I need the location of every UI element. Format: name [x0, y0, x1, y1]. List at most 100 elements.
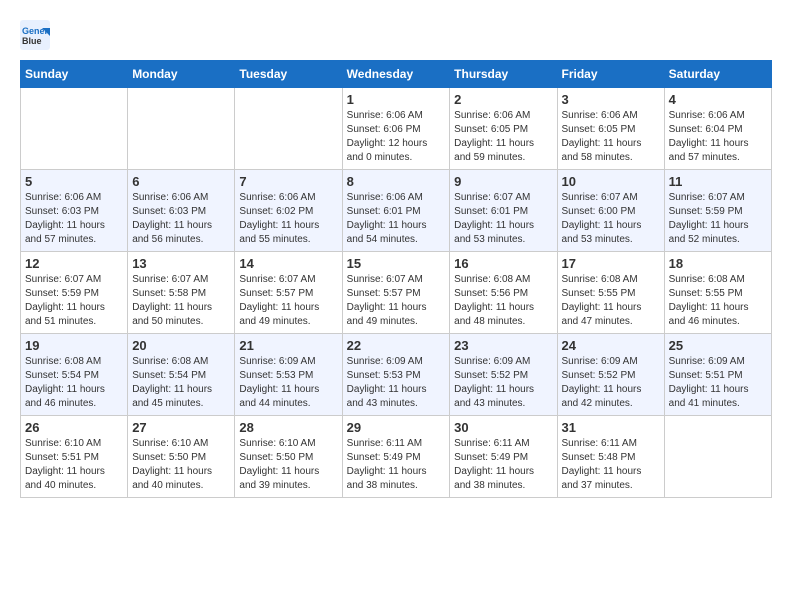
day-info: Sunrise: 6:11 AM Sunset: 5:49 PM Dayligh… — [347, 437, 446, 493]
day-number: 1 — [347, 92, 446, 107]
calendar-cell: 4 Sunrise: 6:06 AM Sunset: 6:04 PM Daylig… — [664, 88, 771, 170]
calendar-cell: 27 Sunrise: 6:10 AM Sunset: 5:50 PM Dayli… — [128, 416, 235, 498]
calendar-cell: 8 Sunrise: 6:06 AM Sunset: 6:01 PM Daylig… — [342, 170, 450, 252]
day-number: 16 — [454, 256, 552, 271]
calendar-cell: 5 Sunrise: 6:06 AM Sunset: 6:03 PM Daylig… — [21, 170, 128, 252]
day-info: Sunrise: 6:07 AM Sunset: 5:57 PM Dayligh… — [239, 273, 337, 329]
calendar-cell: 3Sunrise: 6:06 AM Sunset: 6:05 PM Daylig… — [557, 88, 664, 170]
calendar-cell — [128, 88, 235, 170]
calendar-cell — [235, 88, 342, 170]
day-number: 10 — [562, 174, 660, 189]
calendar-cell: 31Sunrise: 6:11 AM Sunset: 5:48 PM Dayli… — [557, 416, 664, 498]
day-number: 7 — [239, 174, 337, 189]
day-info: Sunrise: 6:07 AM Sunset: 5:58 PM Dayligh… — [132, 273, 230, 329]
day-info: Sunrise: 6:08 AM Sunset: 5:56 PM Dayligh… — [454, 273, 552, 329]
day-info: Sunrise: 6:08 AM Sunset: 5:54 PM Dayligh… — [25, 355, 123, 411]
day-number: 6 — [132, 174, 230, 189]
day-number: 22 — [347, 338, 446, 353]
day-info: Sunrise: 6:06 AM Sunset: 6:03 PM Dayligh… — [25, 191, 123, 247]
calendar-cell: 25 Sunrise: 6:09 AM Sunset: 5:51 PM Dayli… — [664, 334, 771, 416]
calendar-cell: 20 Sunrise: 6:08 AM Sunset: 5:54 PM Dayli… — [128, 334, 235, 416]
calendar-cell: 21 Sunrise: 6:09 AM Sunset: 5:53 PM Dayli… — [235, 334, 342, 416]
day-number: 18 — [669, 256, 767, 271]
calendar-cell: 13 Sunrise: 6:07 AM Sunset: 5:58 PM Dayli… — [128, 252, 235, 334]
day-info: Sunrise: 6:06 AM Sunset: 6:01 PM Dayligh… — [347, 191, 446, 247]
day-number: 8 — [347, 174, 446, 189]
day-info: Sunrise: 6:07 AM Sunset: 6:01 PM Dayligh… — [454, 191, 552, 247]
day-info: Sunrise: 6:09 AM Sunset: 5:52 PM Dayligh… — [562, 355, 660, 411]
calendar-cell: 23 Sunrise: 6:09 AM Sunset: 5:52 PM Dayli… — [450, 334, 557, 416]
day-info: Sunrise: 6:08 AM Sunset: 5:54 PM Dayligh… — [132, 355, 230, 411]
day-number: 5 — [25, 174, 123, 189]
calendar-cell: 12Sunrise: 6:07 AM Sunset: 5:59 PM Dayli… — [21, 252, 128, 334]
day-info: Sunrise: 6:11 AM Sunset: 5:48 PM Dayligh… — [562, 437, 660, 493]
day-number: 21 — [239, 338, 337, 353]
weekday-header-sunday: Sunday — [21, 61, 128, 88]
calendar-cell: 28 Sunrise: 6:10 AM Sunset: 5:50 PM Dayli… — [235, 416, 342, 498]
day-number: 25 — [669, 338, 767, 353]
day-info: Sunrise: 6:09 AM Sunset: 5:52 PM Dayligh… — [454, 355, 552, 411]
calendar-week-3: 12Sunrise: 6:07 AM Sunset: 5:59 PM Dayli… — [21, 252, 772, 334]
day-info: Sunrise: 6:07 AM Sunset: 5:59 PM Dayligh… — [669, 191, 767, 247]
day-number: 2 — [454, 92, 552, 107]
calendar-cell: 11 Sunrise: 6:07 AM Sunset: 5:59 PM Dayli… — [664, 170, 771, 252]
calendar-cell: 7 Sunrise: 6:06 AM Sunset: 6:02 PM Daylig… — [235, 170, 342, 252]
day-number: 30 — [454, 420, 552, 435]
day-info: Sunrise: 6:08 AM Sunset: 5:55 PM Dayligh… — [562, 273, 660, 329]
day-number: 29 — [347, 420, 446, 435]
logo: General Blue — [20, 20, 54, 50]
weekday-header-monday: Monday — [128, 61, 235, 88]
day-number: 13 — [132, 256, 230, 271]
day-info: Sunrise: 6:10 AM Sunset: 5:50 PM Dayligh… — [132, 437, 230, 493]
day-number: 15 — [347, 256, 446, 271]
day-number: 26 — [25, 420, 123, 435]
day-number: 4 — [669, 92, 767, 107]
day-number: 20 — [132, 338, 230, 353]
weekday-header-row: SundayMondayTuesdayWednesdayThursdayFrid… — [21, 61, 772, 88]
day-info: Sunrise: 6:10 AM Sunset: 5:50 PM Dayligh… — [239, 437, 337, 493]
calendar-cell: 26Sunrise: 6:10 AM Sunset: 5:51 PM Dayli… — [21, 416, 128, 498]
weekday-header-wednesday: Wednesday — [342, 61, 450, 88]
calendar-cell: 14Sunrise: 6:07 AM Sunset: 5:57 PM Dayli… — [235, 252, 342, 334]
calendar-week-4: 19 Sunrise: 6:08 AM Sunset: 5:54 PM Dayli… — [21, 334, 772, 416]
day-number: 12 — [25, 256, 123, 271]
day-info: Sunrise: 6:09 AM Sunset: 5:53 PM Dayligh… — [347, 355, 446, 411]
day-info: Sunrise: 6:06 AM Sunset: 6:03 PM Dayligh… — [132, 191, 230, 247]
weekday-header-tuesday: Tuesday — [235, 61, 342, 88]
calendar-table: SundayMondayTuesdayWednesdayThursdayFrid… — [20, 60, 772, 498]
day-info: Sunrise: 6:09 AM Sunset: 5:53 PM Dayligh… — [239, 355, 337, 411]
calendar-cell: 10 Sunrise: 6:07 AM Sunset: 6:00 PM Dayli… — [557, 170, 664, 252]
day-number: 27 — [132, 420, 230, 435]
weekday-header-saturday: Saturday — [664, 61, 771, 88]
calendar-cell: 19 Sunrise: 6:08 AM Sunset: 5:54 PM Dayli… — [21, 334, 128, 416]
day-number: 28 — [239, 420, 337, 435]
calendar-week-5: 26Sunrise: 6:10 AM Sunset: 5:51 PM Dayli… — [21, 416, 772, 498]
day-info: Sunrise: 6:09 AM Sunset: 5:51 PM Dayligh… — [669, 355, 767, 411]
calendar-cell: 18 Sunrise: 6:08 AM Sunset: 5:55 PM Dayli… — [664, 252, 771, 334]
day-number: 17 — [562, 256, 660, 271]
calendar-cell: 29 Sunrise: 6:11 AM Sunset: 5:49 PM Dayli… — [342, 416, 450, 498]
day-info: Sunrise: 6:08 AM Sunset: 5:55 PM Dayligh… — [669, 273, 767, 329]
weekday-header-friday: Friday — [557, 61, 664, 88]
calendar-cell: 30Sunrise: 6:11 AM Sunset: 5:49 PM Dayli… — [450, 416, 557, 498]
weekday-header-thursday: Thursday — [450, 61, 557, 88]
day-info: Sunrise: 6:06 AM Sunset: 6:05 PM Dayligh… — [562, 109, 660, 165]
day-info: Sunrise: 6:06 AM Sunset: 6:02 PM Dayligh… — [239, 191, 337, 247]
day-info: Sunrise: 6:06 AM Sunset: 6:04 PM Dayligh… — [669, 109, 767, 165]
calendar-week-1: 1 Sunrise: 6:06 AM Sunset: 6:06 PM Daylig… — [21, 88, 772, 170]
calendar-week-2: 5 Sunrise: 6:06 AM Sunset: 6:03 PM Daylig… — [21, 170, 772, 252]
day-info: Sunrise: 6:07 AM Sunset: 6:00 PM Dayligh… — [562, 191, 660, 247]
day-info: Sunrise: 6:06 AM Sunset: 6:05 PM Dayligh… — [454, 109, 552, 165]
day-number: 23 — [454, 338, 552, 353]
page-header: General Blue — [20, 20, 772, 50]
day-number: 9 — [454, 174, 552, 189]
day-number: 11 — [669, 174, 767, 189]
svg-text:Blue: Blue — [22, 36, 42, 46]
day-number: 19 — [25, 338, 123, 353]
calendar-cell — [664, 416, 771, 498]
calendar-cell: 24Sunrise: 6:09 AM Sunset: 5:52 PM Dayli… — [557, 334, 664, 416]
calendar-cell: 22 Sunrise: 6:09 AM Sunset: 5:53 PM Dayli… — [342, 334, 450, 416]
logo-icon: General Blue — [20, 20, 50, 50]
calendar-cell: 15Sunrise: 6:07 AM Sunset: 5:57 PM Dayli… — [342, 252, 450, 334]
day-info: Sunrise: 6:06 AM Sunset: 6:06 PM Dayligh… — [347, 109, 446, 165]
